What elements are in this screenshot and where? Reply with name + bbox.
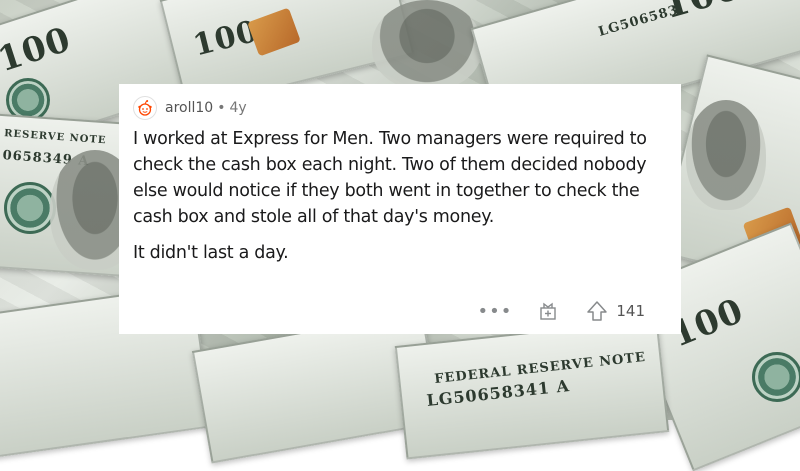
banknote-text: RESERVE NOTE (3, 128, 107, 147)
banknote-portrait (372, 0, 482, 90)
banknote-text: 100 (659, 0, 746, 27)
banknote-text: 100 (0, 19, 76, 81)
award-icon[interactable] (538, 301, 558, 321)
more-options-icon[interactable]: ••• (478, 301, 513, 322)
comment-body: I worked at Express for Men. Two manager… (133, 126, 667, 266)
banknote: FEDERAL RESERVE NOTE LG50658341 A (394, 318, 670, 460)
treasury-seal (4, 182, 56, 234)
banknote-portrait (686, 100, 766, 210)
comment-actions: ••• 141 (478, 300, 646, 322)
comment-age: 4y (229, 100, 247, 116)
comment-paragraph: It didn't last a day. (133, 243, 289, 263)
comment-paragraph: I worked at Express for Men. Two manager… (133, 129, 647, 227)
upvote-arrow-icon[interactable] (586, 300, 608, 322)
reddit-avatar-icon[interactable] (133, 96, 157, 120)
treasury-seal (752, 352, 800, 402)
comment-card: aroll10 • 4y I worked at Express for Men… (119, 84, 681, 334)
upvote-group: 141 (586, 300, 645, 322)
meta-separator: • (217, 100, 226, 116)
username-link[interactable]: aroll10 (165, 100, 213, 116)
comment-header: aroll10 • 4y (133, 96, 667, 120)
upvote-count: 141 (616, 302, 645, 320)
